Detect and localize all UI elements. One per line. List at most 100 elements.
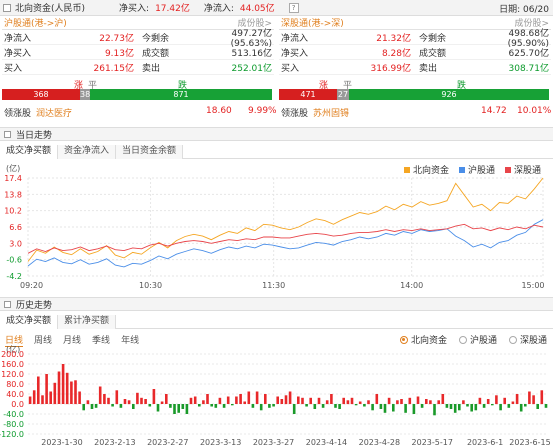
collapse-icon[interactable] bbox=[4, 130, 11, 138]
bar-87 bbox=[387, 397, 391, 405]
bar-74 bbox=[334, 404, 337, 408]
y-tick-label: -0.6 bbox=[6, 256, 22, 265]
bar-48 bbox=[226, 396, 230, 404]
sh-row-buysell: 买入 261.15亿 卖出 252.01亿 bbox=[2, 60, 274, 75]
bar-121 bbox=[528, 391, 531, 404]
sz-sell-value: 308.71亿 bbox=[508, 63, 550, 74]
bar-123 bbox=[536, 404, 539, 409]
history-bar-chart[interactable]: (亿)200.0160.0120.080.040.00.0-40.0-80.0-… bbox=[0, 344, 553, 448]
bar-22 bbox=[119, 404, 123, 408]
topbar-title: 北向资金(人民币) bbox=[15, 4, 86, 14]
bar-109 bbox=[478, 397, 482, 405]
bar-29 bbox=[148, 404, 152, 407]
sh-leader-price: 18.60 bbox=[206, 106, 232, 116]
tab-history-cumulative[interactable]: 累计净买额 bbox=[58, 315, 117, 329]
sh-down-count: 871 bbox=[90, 89, 272, 100]
help-icon[interactable]: ? bbox=[288, 2, 299, 13]
bar-108 bbox=[474, 404, 478, 411]
bar-44 bbox=[210, 404, 213, 407]
sh-row-inflow: 净流入 22.73亿 今剩余 497.27亿(95.63%) bbox=[2, 29, 274, 49]
bar-57 bbox=[264, 394, 267, 404]
bar-45 bbox=[214, 404, 218, 408]
tab-daily-balance[interactable]: 当日资金余额 bbox=[116, 145, 184, 159]
sz-row-netbuy: 净买入 8.28亿 成交额 625.70亿 bbox=[279, 45, 551, 60]
bar-104 bbox=[458, 404, 461, 411]
bar-64 bbox=[292, 404, 296, 414]
y-tick-label: 17.4 bbox=[4, 174, 22, 183]
bar-125 bbox=[544, 404, 548, 408]
bar-25 bbox=[132, 404, 135, 409]
collapse-icon[interactable] bbox=[4, 300, 11, 308]
bar-120 bbox=[524, 404, 527, 407]
sz-buy-value: 316.99亿 bbox=[370, 63, 412, 74]
sz-leader-row: 领涨股 苏州固锝 14.72 10.01% bbox=[279, 106, 551, 120]
bar-70 bbox=[317, 397, 321, 405]
sh-sell-value: 252.01亿 bbox=[231, 63, 273, 74]
sz-remaining-label: 今剩余 bbox=[419, 33, 447, 44]
x-tick-label: 2023-6-15 bbox=[509, 438, 550, 447]
x-tick-label: 2023-1-30 bbox=[41, 438, 82, 447]
window-icon bbox=[3, 3, 11, 12]
bar-61 bbox=[280, 399, 284, 404]
sz-breadth-header: 涨 平 跌 bbox=[279, 78, 549, 91]
bar-85 bbox=[379, 404, 383, 409]
tab-net-inflow[interactable]: 资金净流入 bbox=[58, 145, 117, 159]
y-tick-label: 200.0 bbox=[1, 350, 24, 359]
sz-turnover-label: 成交额 bbox=[419, 48, 447, 59]
bar-53 bbox=[247, 391, 251, 404]
bar-21 bbox=[115, 390, 119, 405]
bar-60 bbox=[276, 396, 279, 404]
bar-8 bbox=[61, 364, 65, 404]
bar-23 bbox=[123, 399, 127, 404]
bar-86 bbox=[383, 404, 387, 413]
bar-65 bbox=[297, 396, 300, 404]
bar-89 bbox=[396, 400, 399, 405]
tab-history-net-buy[interactable]: 成交净买额 bbox=[0, 315, 59, 329]
sh-leader-stock[interactable]: 润达医疗 bbox=[36, 106, 72, 119]
intraday-tabs: 成交净买额 资金净流入 当日资金余额 bbox=[0, 145, 553, 159]
bar-69 bbox=[313, 404, 317, 409]
bar-1 bbox=[32, 390, 36, 405]
bar-63 bbox=[288, 391, 292, 404]
sz-leader-stock[interactable]: 苏州固锝 bbox=[313, 106, 349, 119]
bar-19 bbox=[107, 397, 110, 405]
bar-16 bbox=[94, 404, 98, 408]
bar-12 bbox=[78, 391, 81, 404]
intraday-line-chart[interactable]: (亿)17.4 13.8 10.2 6.6 3.0 -0.6 -4.209:20 10:30 1… bbox=[0, 160, 553, 292]
bar-94 bbox=[416, 396, 420, 404]
bar-122 bbox=[532, 395, 535, 405]
bar-81 bbox=[363, 404, 366, 407]
net-buy-value: 17.42亿 bbox=[155, 4, 190, 14]
bar-58 bbox=[268, 404, 271, 408]
bar-119 bbox=[519, 404, 523, 412]
bar-96 bbox=[425, 399, 428, 404]
bar-49 bbox=[231, 404, 234, 406]
y-tick-label: -80.0 bbox=[3, 420, 24, 429]
bar-55 bbox=[255, 391, 259, 404]
x-tick-label: 2023-4-14 bbox=[306, 438, 347, 447]
bar-103 bbox=[453, 404, 457, 413]
bar-39 bbox=[189, 397, 193, 405]
sz-sell-label: 卖出 bbox=[419, 63, 438, 74]
sh-connect-title[interactable]: 沪股通(港->沪) bbox=[4, 16, 67, 29]
bar-24 bbox=[127, 400, 131, 405]
sh-row-netbuy: 净买入 9.13亿 成交额 513.16亿 bbox=[2, 45, 274, 60]
bar-10 bbox=[70, 381, 73, 404]
sh-breadth-bar: 368 38 871 bbox=[2, 89, 272, 100]
sz-buy-label: 买入 bbox=[281, 63, 300, 74]
bar-27 bbox=[140, 397, 143, 405]
sh-netbuy-value: 9.13亿 bbox=[104, 48, 134, 59]
bar-105 bbox=[462, 400, 465, 405]
sz-connect-panel: 深股通(港->深) 成份股> 净流入 21.32亿 今剩余 498.68亿(95… bbox=[279, 16, 551, 120]
sz-connect-title[interactable]: 深股通(港->深) bbox=[281, 16, 344, 29]
bar-80 bbox=[358, 401, 362, 404]
sh-breadth-header: 涨 平 跌 bbox=[2, 78, 272, 91]
tab-net-buy[interactable]: 成交净买额 bbox=[0, 145, 59, 159]
sz-up-count: 471 bbox=[279, 89, 337, 100]
x-tick-label: 14:00 bbox=[400, 281, 423, 290]
x-tick-label: 2023-2-13 bbox=[94, 438, 135, 447]
bar-15 bbox=[90, 404, 94, 409]
bar-92 bbox=[408, 397, 412, 405]
bar-124 bbox=[540, 390, 544, 405]
bar-13 bbox=[82, 404, 85, 411]
